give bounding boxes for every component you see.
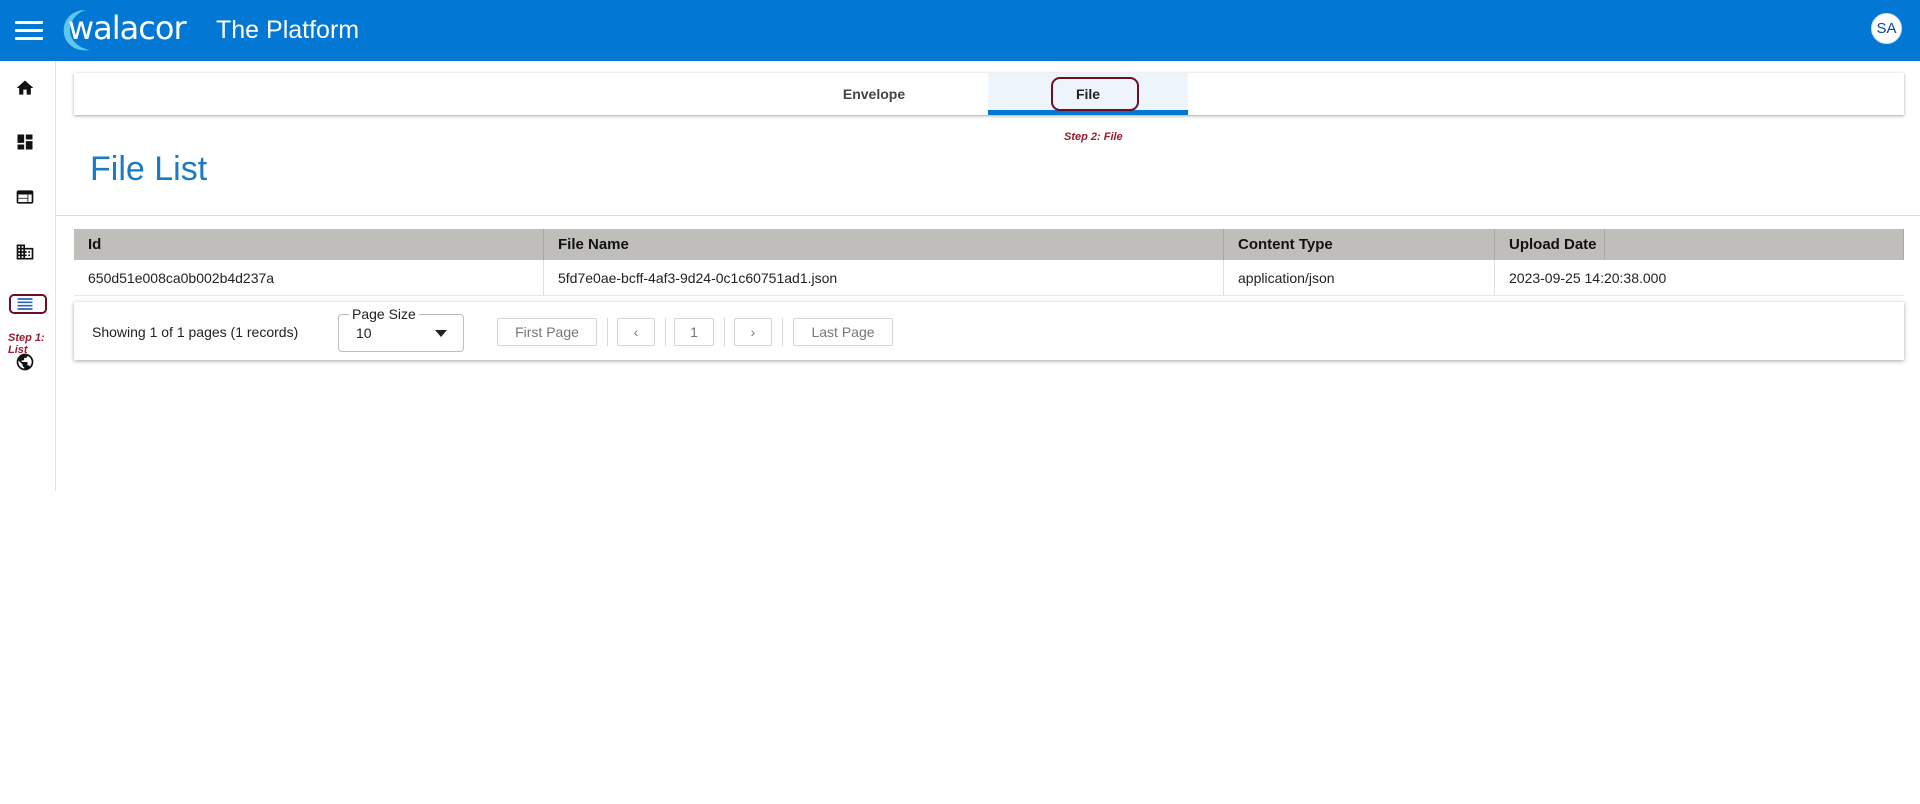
file-tab-highlight <box>1051 77 1139 111</box>
last-page-button[interactable]: Last Page <box>793 318 893 346</box>
pager-separator <box>724 318 725 346</box>
pagination-bar: Showing 1 of 1 pages (1 records) Page Si… <box>74 302 1904 360</box>
sidebar: Step 1: List <box>0 61 56 491</box>
current-page-button[interactable]: 1 <box>674 318 714 346</box>
logo-wordmark: walacor <box>68 9 187 47</box>
column-header-file-name[interactable]: File Name <box>544 229 1224 260</box>
pager-separator <box>665 318 666 346</box>
column-header-content-type[interactable]: Content Type <box>1224 229 1495 260</box>
building-icon <box>16 244 34 260</box>
globe-icon <box>16 353 34 371</box>
dashboard-icon <box>17 134 33 150</box>
column-header-upload-date-label: Upload Date <box>1509 236 1597 253</box>
page-size-value: 10 <box>356 325 372 341</box>
sidebar-item-list[interactable] <box>12 291 38 317</box>
tab-envelope[interactable]: Envelope <box>774 73 974 115</box>
pager-separator <box>782 318 783 346</box>
cell-upload-date: 2023-09-25 14:20:38.000 <box>1509 269 1667 286</box>
table-header: Id File Name Content Type Upload Date <box>74 229 1904 260</box>
browser-window-icon <box>16 190 34 204</box>
file-table: Id File Name Content Type Upload Date 65… <box>74 229 1904 296</box>
cell-content-type: application/json <box>1224 260 1495 295</box>
cell-id: 650d51e008ca0b002b4d237a <box>74 260 544 295</box>
column-header-id[interactable]: Id <box>74 229 544 260</box>
list-icon <box>17 298 33 310</box>
cell-file-name: 5fd7e0ae-bcff-4af3-9d24-0c1c60751ad1.jso… <box>544 260 1224 295</box>
chevron-down-icon <box>435 330 447 337</box>
divider <box>56 215 1920 216</box>
sidebar-item-web[interactable] <box>12 184 38 210</box>
page-title: File List <box>90 150 208 188</box>
first-page-button[interactable]: First Page <box>497 318 597 346</box>
sidebar-item-globe[interactable] <box>12 349 38 375</box>
page-size-label: Page Size <box>349 306 419 322</box>
records-summary: Showing 1 of 1 pages (1 records) <box>92 324 299 340</box>
menu-icon[interactable] <box>15 18 43 42</box>
app-title: The Platform <box>216 16 360 44</box>
sidebar-item-home[interactable] <box>12 75 38 101</box>
user-avatar[interactable]: SA <box>1871 13 1902 44</box>
previous-page-button[interactable]: ‹ <box>617 318 655 346</box>
column-header-upload-date[interactable]: Upload Date <box>1495 229 1904 260</box>
table-row[interactable]: 650d51e008ca0b002b4d237a 5fd7e0ae-bcff-4… <box>74 260 1904 296</box>
sidebar-item-dashboard[interactable] <box>12 129 38 155</box>
column-separator <box>1604 229 1605 260</box>
sidebar-item-business[interactable] <box>12 239 38 265</box>
pager-separator <box>607 318 608 346</box>
step-2-annotation: Step 2: File <box>1064 131 1123 143</box>
page-size-select[interactable]: Page Size 10 <box>338 306 464 352</box>
top-app-bar: walacor The Platform SA <box>0 0 1920 61</box>
tab-bar: Envelope File <box>74 73 1904 115</box>
home-icon <box>16 80 34 95</box>
next-page-button[interactable]: › <box>734 318 772 346</box>
